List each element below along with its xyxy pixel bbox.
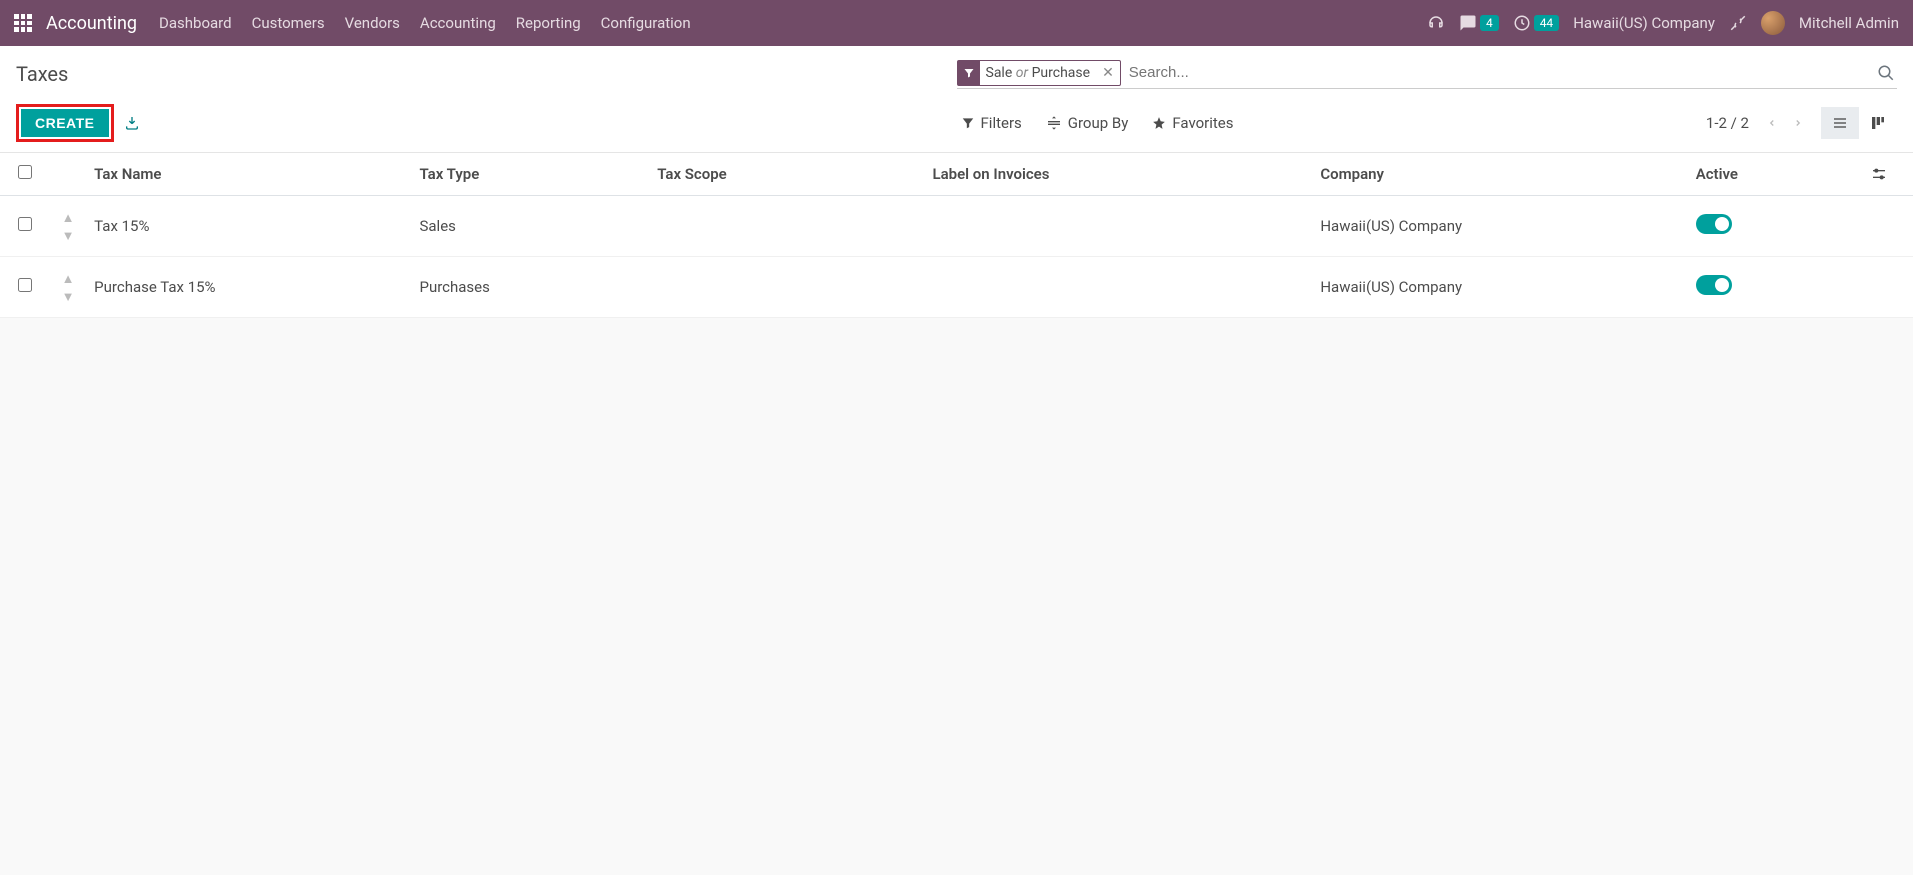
pager-text[interactable]: 1-2 / 2 xyxy=(1706,114,1749,132)
header-name[interactable]: Tax Name xyxy=(86,153,411,196)
pager-prev-icon[interactable] xyxy=(1763,112,1781,134)
main-menu: Dashboard Customers Vendors Accounting R… xyxy=(159,14,1427,32)
cell-type: Sales xyxy=(411,196,649,257)
filters-button[interactable]: Filters xyxy=(961,114,1022,132)
messages-badge: 4 xyxy=(1480,15,1499,31)
activities-badge: 44 xyxy=(1534,15,1560,31)
control-panel: Taxes Sale or Purchase ✕ CREATE xyxy=(0,46,1913,153)
drag-handle-icon[interactable]: ▲▼ xyxy=(62,272,75,305)
apps-icon[interactable] xyxy=(14,14,32,32)
list-view: Tax Name Tax Type Tax Scope Label on Inv… xyxy=(0,153,1913,318)
groupby-button[interactable]: Group By xyxy=(1046,114,1129,132)
activities-icon[interactable]: 44 xyxy=(1513,14,1560,32)
row-checkbox[interactable] xyxy=(18,278,32,292)
search-input[interactable] xyxy=(1127,60,1875,85)
active-toggle[interactable] xyxy=(1696,275,1732,295)
kanban-view-button[interactable] xyxy=(1859,107,1897,139)
active-toggle[interactable] xyxy=(1696,214,1732,234)
top-navbar: Accounting Dashboard Customers Vendors A… xyxy=(0,0,1913,46)
search-bar[interactable]: Sale or Purchase ✕ xyxy=(957,60,1898,89)
optional-columns-icon[interactable] xyxy=(1871,166,1905,182)
import-icon[interactable] xyxy=(124,115,140,131)
facet-remove-icon[interactable]: ✕ xyxy=(1096,65,1120,81)
debug-icon[interactable] xyxy=(1729,14,1747,32)
header-active[interactable]: Active xyxy=(1688,153,1863,196)
app-name[interactable]: Accounting xyxy=(46,13,137,34)
search-facet: Sale or Purchase ✕ xyxy=(957,60,1121,86)
header-label[interactable]: Label on Invoices xyxy=(924,153,1312,196)
pager-next-icon[interactable] xyxy=(1789,112,1807,134)
drag-handle-icon[interactable]: ▲▼ xyxy=(62,211,75,244)
messages-icon[interactable]: 4 xyxy=(1459,14,1499,32)
menu-configuration[interactable]: Configuration xyxy=(601,14,691,32)
favorites-button[interactable]: Favorites xyxy=(1152,114,1233,132)
facet-values: Sale or Purchase xyxy=(980,63,1097,83)
menu-customers[interactable]: Customers xyxy=(252,14,325,32)
table-row[interactable]: ▲▼ Tax 15% Sales Hawaii(US) Company xyxy=(0,196,1913,257)
cell-name: Tax 15% xyxy=(86,196,411,257)
cell-company: Hawaii(US) Company xyxy=(1312,196,1687,257)
cell-type: Purchases xyxy=(411,257,649,318)
company-selector[interactable]: Hawaii(US) Company xyxy=(1573,14,1715,32)
search-icon[interactable] xyxy=(1875,64,1897,82)
cell-scope xyxy=(649,257,924,318)
support-icon[interactable] xyxy=(1427,14,1445,32)
create-highlight: CREATE xyxy=(16,104,114,142)
avatar[interactable] xyxy=(1761,11,1785,35)
page-title: Taxes xyxy=(16,62,957,86)
header-company[interactable]: Company xyxy=(1312,153,1687,196)
cell-scope xyxy=(649,196,924,257)
table-row[interactable]: ▲▼ Purchase Tax 15% Purchases Hawaii(US)… xyxy=(0,257,1913,318)
user-menu[interactable]: Mitchell Admin xyxy=(1799,14,1899,32)
list-view-button[interactable] xyxy=(1821,107,1859,139)
cell-label xyxy=(924,257,1312,318)
cell-company: Hawaii(US) Company xyxy=(1312,257,1687,318)
menu-dashboard[interactable]: Dashboard xyxy=(159,14,232,32)
row-checkbox[interactable] xyxy=(18,217,32,231)
cell-name: Purchase Tax 15% xyxy=(86,257,411,318)
create-button[interactable]: CREATE xyxy=(21,109,109,137)
menu-reporting[interactable]: Reporting xyxy=(516,14,581,32)
select-all-checkbox[interactable] xyxy=(18,165,32,179)
cell-label xyxy=(924,196,1312,257)
taxes-table: Tax Name Tax Type Tax Scope Label on Inv… xyxy=(0,153,1913,318)
header-scope[interactable]: Tax Scope xyxy=(649,153,924,196)
menu-vendors[interactable]: Vendors xyxy=(345,14,400,32)
menu-accounting[interactable]: Accounting xyxy=(420,14,496,32)
filter-icon xyxy=(958,61,980,85)
header-type[interactable]: Tax Type xyxy=(411,153,649,196)
nav-right: 4 44 Hawaii(US) Company Mitchell Admin xyxy=(1427,11,1899,35)
